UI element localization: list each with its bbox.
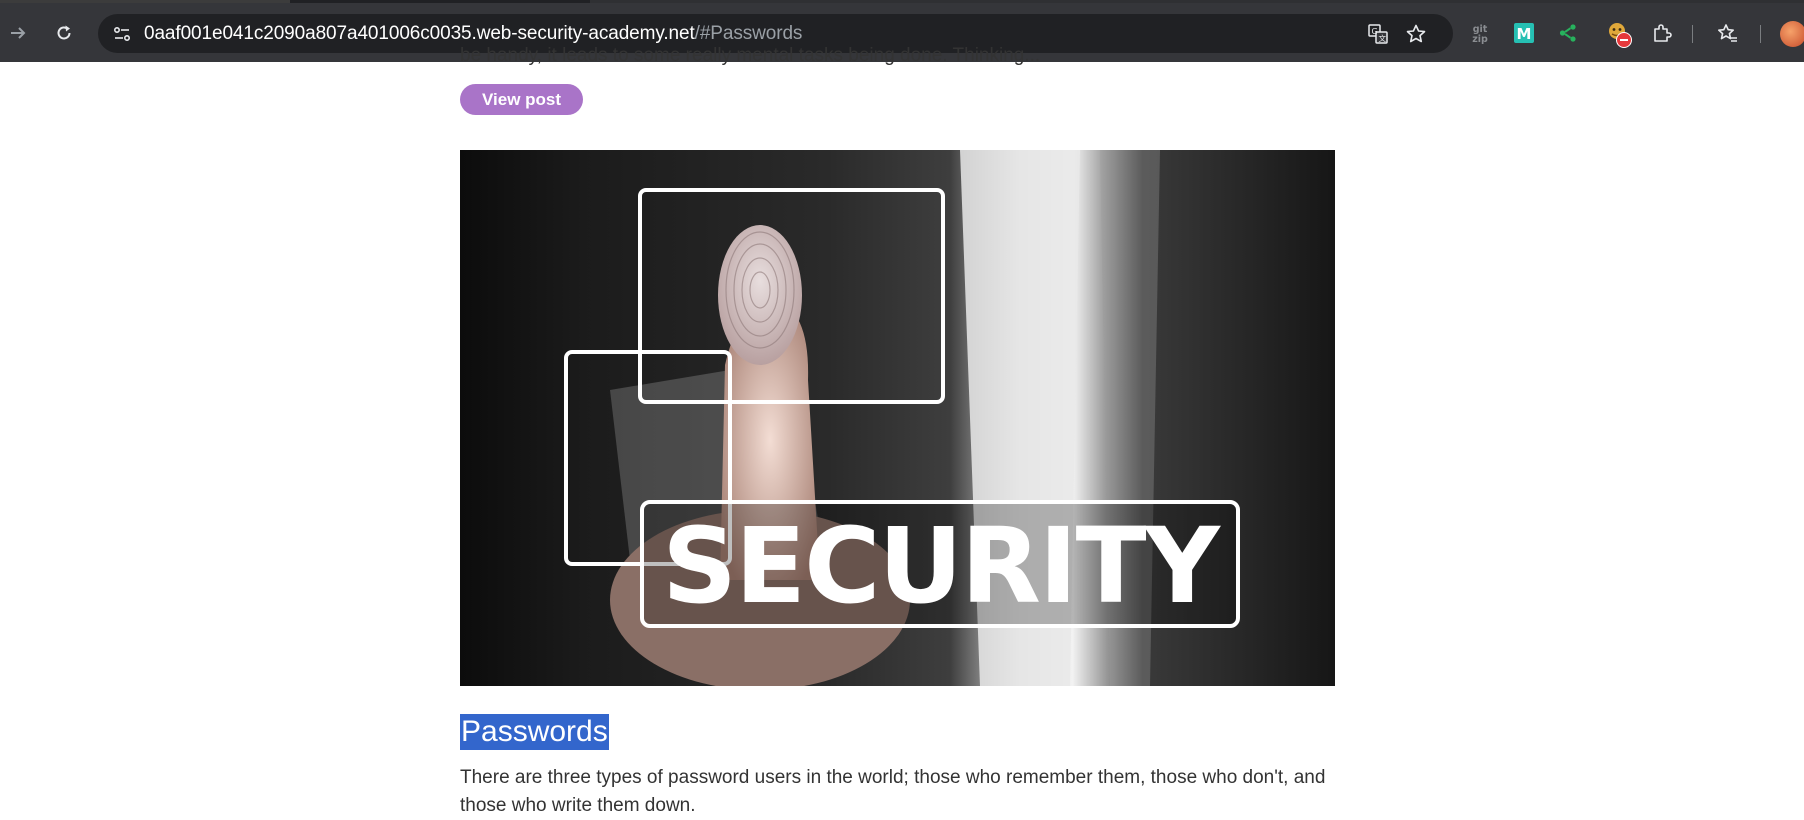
extensions-puzzle-icon xyxy=(1654,24,1672,42)
toolbar-divider xyxy=(1760,25,1761,43)
bookmark-star-button[interactable] xyxy=(1400,18,1432,50)
url-fragment: /#Passwords xyxy=(694,23,803,44)
m-extension-button[interactable]: M xyxy=(1508,17,1540,49)
previous-post-excerpt: be handy, it leads to some really mental… xyxy=(460,45,1041,66)
m-extension-icon: M xyxy=(1514,23,1534,43)
forward-icon xyxy=(11,27,26,39)
translate-button[interactable]: G 文 xyxy=(1362,18,1394,50)
site-info-button[interactable] xyxy=(106,18,137,49)
post-image[interactable]: SECURITY xyxy=(460,150,1335,686)
bookmarks-icon xyxy=(1718,24,1737,42)
post-title: Passwords xyxy=(460,714,609,750)
bookmark-star-icon xyxy=(1406,24,1426,43)
m-extension-label: M xyxy=(1517,25,1532,43)
blocked-extension-button[interactable] xyxy=(1602,17,1634,49)
post-excerpt: There are three types of password users … xyxy=(460,767,1326,816)
security-photo: SECURITY xyxy=(564,150,1240,686)
translate-icon: G 文 xyxy=(1368,24,1388,44)
toolbar-divider xyxy=(1692,25,1693,43)
extensions-button[interactable] xyxy=(1646,17,1678,49)
blocked-badge-icon xyxy=(1616,32,1632,48)
profile-avatar[interactable] xyxy=(1780,21,1804,47)
share-extension-button[interactable] xyxy=(1552,17,1584,49)
svg-text:文: 文 xyxy=(1379,33,1387,43)
reload-button[interactable] xyxy=(48,17,80,49)
view-post-button[interactable]: View post xyxy=(460,84,584,115)
gitzip-extension-icon: git zip xyxy=(1472,24,1488,45)
forward-button[interactable] xyxy=(2,17,34,49)
reload-icon xyxy=(57,25,71,40)
bookmarks-button[interactable] xyxy=(1711,17,1743,49)
gitzip-extension-button[interactable]: git zip xyxy=(1464,17,1496,49)
url-host: 0aaf001e041c2090a807a401006c0035.web-sec… xyxy=(144,23,695,44)
site-info-icon xyxy=(113,26,130,41)
security-caption: SECURITY xyxy=(662,505,1221,627)
share-extension-icon xyxy=(1559,24,1576,42)
gitzip-label: zip xyxy=(1472,34,1488,45)
url-text[interactable]: 0aaf001e041c2090a807a401006c0035.web-sec… xyxy=(144,23,802,45)
svg-text:G: G xyxy=(1372,27,1378,36)
